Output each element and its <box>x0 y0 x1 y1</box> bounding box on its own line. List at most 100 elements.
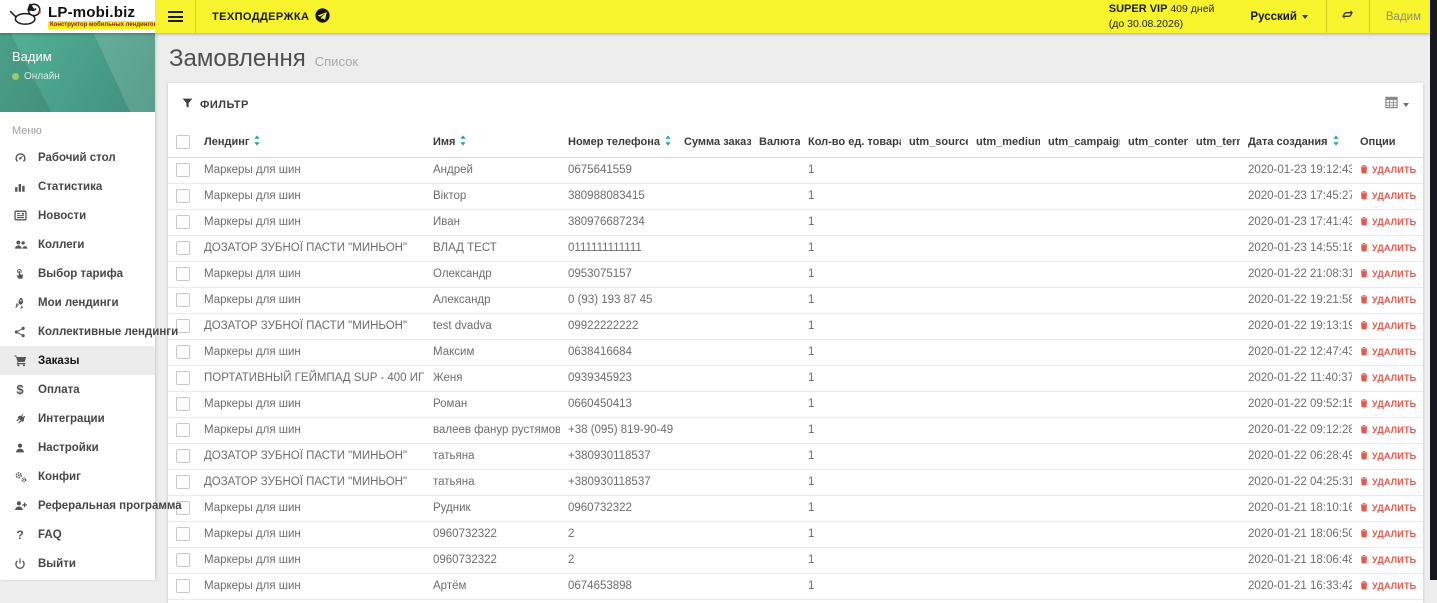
cell-qty: 1 <box>800 339 901 366</box>
delete-button[interactable]: УДАЛИТЬ <box>1360 346 1416 358</box>
filter-button[interactable]: ФИЛЬТР <box>182 98 249 112</box>
delete-button[interactable]: УДАЛИТЬ <box>1360 424 1416 436</box>
delete-button[interactable]: УДАЛИТЬ <box>1360 398 1416 410</box>
sidebar-item-settings[interactable]: Настройки <box>0 433 155 462</box>
cell-created: 2020-01-23 14:55:18 <box>1240 235 1352 262</box>
columns-selector-button[interactable] <box>1385 96 1409 114</box>
table-row: Маркеры для шин 0960732322 2 1 2020-01-21 18… <box>168 521 1423 548</box>
online-status-label: Онлайн <box>24 71 60 82</box>
sidebar-item-config[interactable]: Конфиг <box>0 462 155 491</box>
cell-created: 2020-01-22 09:52:15 <box>1240 391 1352 418</box>
cell-options: УДАЛИТЬ <box>1352 261 1423 288</box>
cell-utm_term <box>1188 183 1240 210</box>
refresh-button[interactable] <box>1327 0 1369 33</box>
row-checkbox[interactable] <box>176 397 190 411</box>
delete-button[interactable]: УДАЛИТЬ <box>1360 476 1416 488</box>
sidebar-item-my-landings[interactable]: Мои лендинги <box>0 288 155 317</box>
sidebar-item-colleagues[interactable]: Коллеги <box>0 230 155 259</box>
delete-button[interactable]: УДАЛИТЬ <box>1360 554 1416 566</box>
cell-phone: 0675641559 <box>560 157 676 184</box>
cell-landing: Маркеры для шин <box>196 547 425 574</box>
column-header-landing[interactable]: Лендинг <box>196 127 425 158</box>
language-selector[interactable]: Русский <box>1232 0 1325 33</box>
delete-button[interactable]: УДАЛИТЬ <box>1360 242 1416 254</box>
sidebar-item-collective-landings[interactable]: Коллективные лендинги <box>0 317 178 346</box>
sidebar-item-news[interactable]: Новости <box>0 201 155 230</box>
delete-button[interactable]: УДАЛИТЬ <box>1360 268 1416 280</box>
cell-utm_content <box>1120 469 1188 496</box>
delete-button[interactable]: УДАЛИТЬ <box>1360 164 1416 176</box>
cell-landing: Маркеры для шин <box>196 521 425 548</box>
row-checkbox[interactable] <box>176 371 190 385</box>
cell-currency <box>751 469 800 496</box>
row-checkbox[interactable] <box>176 241 190 255</box>
cell-name: Олександр <box>425 261 560 288</box>
support-button[interactable]: ТЕХПОДДЕРЖКА <box>196 0 346 33</box>
delete-button[interactable]: УДАЛИТЬ <box>1360 320 1416 332</box>
row-checkbox[interactable] <box>176 163 190 177</box>
delete-button[interactable]: УДАЛИТЬ <box>1360 190 1416 202</box>
delete-label: УДАЛИТЬ <box>1372 294 1417 305</box>
sidebar-item-label: Выйти <box>38 557 76 570</box>
delete-button[interactable]: УДАЛИТЬ <box>1360 502 1416 514</box>
sidebar-item-logout[interactable]: Выйти <box>0 549 155 578</box>
cell-utm_campaign <box>1040 261 1120 288</box>
row-checkbox[interactable] <box>176 189 190 203</box>
sidebar-item-payment[interactable]: $ Оплата <box>0 375 155 404</box>
column-header-created[interactable]: Дата создания <box>1240 127 1352 158</box>
sidebar-item-integrations[interactable]: Интеграции <box>0 404 155 433</box>
cell-currency <box>751 417 800 444</box>
row-checkbox[interactable] <box>176 527 190 541</box>
select-all-checkbox[interactable] <box>176 134 190 149</box>
row-checkbox[interactable] <box>176 449 190 463</box>
delete-button[interactable]: УДАЛИТЬ <box>1360 372 1416 384</box>
delete-button[interactable]: УДАЛИТЬ <box>1360 450 1416 462</box>
row-checkbox[interactable] <box>176 475 190 489</box>
user-menu[interactable]: Вадим <box>1370 0 1437 33</box>
delete-label: УДАЛИТЬ <box>1372 554 1417 565</box>
row-checkbox[interactable] <box>176 345 190 359</box>
cell-phone: 0939345923 <box>560 365 676 392</box>
table-row: Маркеры для шин валеев фанур рустямович +3… <box>168 417 1423 444</box>
delete-button[interactable]: УДАЛИТЬ <box>1360 216 1416 228</box>
sidebar-item-referral[interactable]: Реферальная программа <box>0 491 182 520</box>
trash-icon <box>1360 320 1368 332</box>
cell-landing: Маркеры для шин <box>196 339 425 366</box>
row-checkbox[interactable] <box>176 553 190 567</box>
cell-utm_content <box>1120 261 1188 288</box>
cell-phone: 0674653898 <box>560 573 676 600</box>
sort-icon <box>664 135 672 149</box>
row-checkbox-cell <box>168 443 196 470</box>
cell-landing: ДОЗАТОР ЗУБНОЇ ПАСТИ "МИНЬОН" <box>196 313 425 340</box>
cell-sum <box>676 313 751 340</box>
page-subtitle: Список <box>314 54 359 69</box>
delete-button[interactable]: УДАЛИТЬ <box>1360 580 1416 592</box>
row-checkbox[interactable] <box>176 267 190 281</box>
row-checkbox[interactable] <box>176 215 190 229</box>
column-header-phone[interactable]: Номер телефона <box>560 127 676 158</box>
cell-sum <box>676 469 751 496</box>
cell-sum <box>676 391 751 418</box>
column-label: Имя <box>433 135 456 148</box>
delete-button[interactable]: УДАЛИТЬ <box>1360 294 1416 306</box>
hamburger-menu-icon[interactable] <box>155 0 195 33</box>
sidebar-item-orders[interactable]: Заказы <box>0 346 155 375</box>
sidebar-item-faq[interactable]: ? FAQ <box>0 520 155 549</box>
row-checkbox-cell <box>168 365 196 392</box>
logo[interactable]: LP-mobi.biz Конструктор мобильных лендин… <box>0 0 160 33</box>
delete-button[interactable]: УДАЛИТЬ <box>1360 528 1416 540</box>
cell-name: Артём <box>425 573 560 600</box>
row-checkbox[interactable] <box>176 423 190 437</box>
sidebar-item-desktop[interactable]: Рабочий стол <box>0 143 155 172</box>
cell-options: УДАЛИТЬ <box>1352 495 1423 522</box>
sidebar-item-tariff[interactable]: Выбор тарифа <box>0 259 155 288</box>
row-checkbox[interactable] <box>176 579 190 593</box>
row-checkbox[interactable] <box>176 293 190 307</box>
trash-icon <box>1360 450 1368 462</box>
vertical-scrollbar[interactable] <box>1430 0 1437 580</box>
page-title: Замовлення <box>169 45 306 72</box>
cell-name: Віктор <box>425 183 560 210</box>
sidebar-item-statistics[interactable]: Статистика <box>0 172 155 201</box>
column-header-name[interactable]: Имя <box>425 127 560 158</box>
cell-options: УДАЛИТЬ <box>1352 339 1423 366</box>
